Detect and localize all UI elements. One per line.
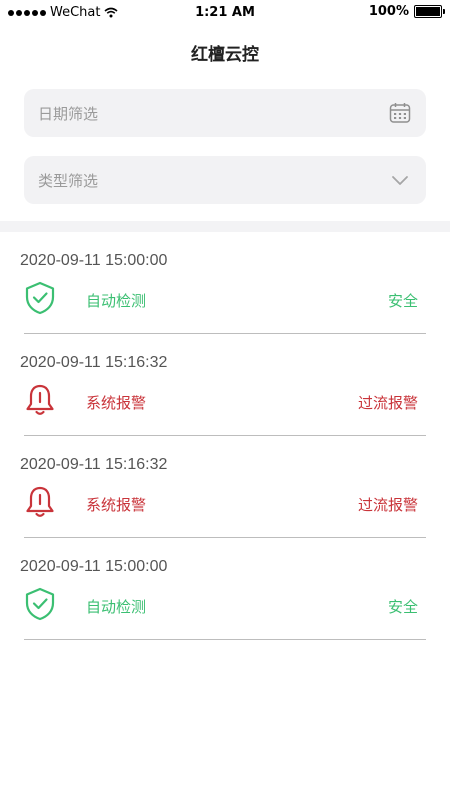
shield-check-icon: [25, 281, 55, 315]
record-status: 安全: [387, 598, 418, 616]
chevron-down-icon: [392, 176, 408, 185]
list-item[interactable]: 2020-09-11 15:00:00 自动检测 安全: [0, 232, 450, 334]
record-time: 2020-09-11 15:16:32: [20, 354, 168, 371]
battery-fill: [416, 7, 440, 16]
record-type: 系统报警: [86, 394, 147, 412]
record-status: 安全: [387, 292, 418, 310]
record-time: 2020-09-11 15:00:00: [20, 252, 168, 269]
type-filter-placeholder: 类型筛选: [38, 172, 99, 190]
record-type: 自动检测: [86, 292, 147, 310]
section-divider: [0, 221, 450, 232]
battery-icon: [414, 5, 445, 18]
bell-alarm-icon: [26, 486, 54, 517]
record-type: 系统报警: [86, 496, 147, 514]
record-time: 2020-09-11 15:00:00: [20, 558, 168, 575]
record-status: 过流报警: [357, 394, 418, 412]
date-filter[interactable]: 日期筛选: [24, 89, 426, 137]
date-filter-placeholder: 日期筛选: [38, 105, 99, 123]
record-time: 2020-09-11 15:16:32: [20, 456, 168, 473]
status-right: 100%: [368, 4, 445, 19]
divider: [24, 639, 426, 640]
list-item[interactable]: 2020-09-11 15:16:32 系统报警 过流报警: [0, 436, 450, 538]
list-item[interactable]: 2020-09-11 15:16:32 系统报警 过流报警: [0, 334, 450, 436]
bell-alarm-icon: [26, 384, 54, 415]
shield-check-icon: [25, 587, 55, 621]
list-item[interactable]: 2020-09-11 15:00:00 自动检测 安全: [0, 538, 450, 640]
page-title: 红檀云控: [191, 45, 259, 65]
status-bar: WeChat 1:21 AM 100%: [0, 0, 450, 26]
type-filter[interactable]: 类型筛选: [24, 156, 426, 204]
battery-percent: 100%: [368, 4, 409, 19]
calendar-icon: [389, 103, 411, 123]
record-status: 过流报警: [357, 496, 418, 514]
record-type: 自动检测: [86, 598, 147, 616]
